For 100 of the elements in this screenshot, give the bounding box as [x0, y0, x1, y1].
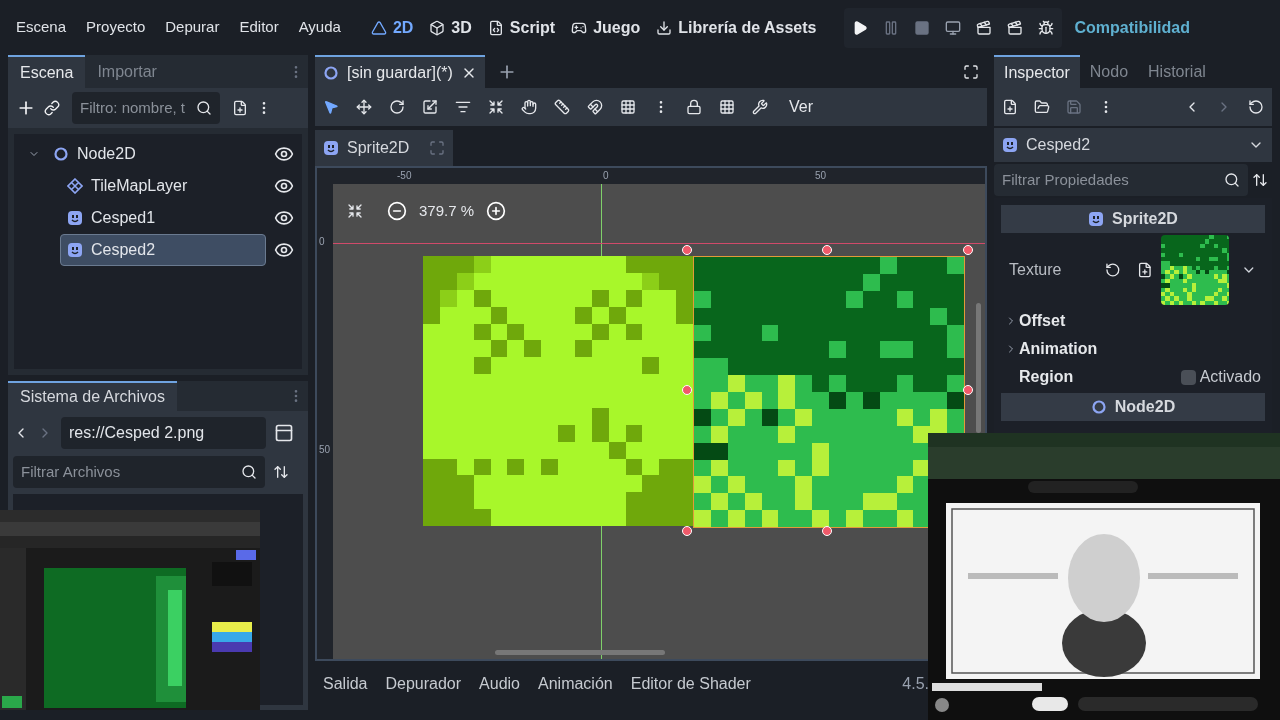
resize-handle[interactable] — [682, 385, 692, 395]
ruler-label: 50 — [815, 169, 827, 183]
clapperboard-icon[interactable] — [1007, 19, 1024, 36]
wrench-icon[interactable] — [752, 99, 768, 115]
bottom-panel-tab[interactable]: Salida — [323, 672, 368, 696]
property-filter-input[interactable]: Filtrar Propiedades — [1002, 168, 1224, 192]
dock-tab[interactable]: Historial — [1138, 55, 1216, 88]
sort-icon[interactable] — [1252, 172, 1268, 188]
search-icon — [196, 100, 212, 116]
stop-icon[interactable] — [914, 19, 931, 36]
bug-icon[interactable] — [1038, 19, 1055, 36]
lock-icon[interactable] — [686, 99, 702, 115]
resize-handle[interactable] — [963, 245, 973, 255]
property-label: Texture — [1009, 260, 1063, 280]
visibility-eye-icon[interactable] — [274, 240, 294, 260]
group-icon[interactable] — [719, 99, 735, 115]
texture-preview[interactable] — [1160, 235, 1230, 305]
rotate-tool-icon[interactable] — [389, 99, 405, 115]
snap-icon[interactable] — [587, 99, 603, 115]
menu-item[interactable]: Ayuda — [298, 16, 341, 39]
save-icon[interactable] — [1066, 99, 1082, 115]
breadcrumb-tab[interactable]: Sprite2D — [315, 130, 454, 166]
search-icon — [1224, 172, 1240, 188]
tree-item[interactable]: Node2D — [46, 138, 266, 170]
ruler-tool-icon[interactable] — [554, 99, 570, 115]
horizontal-scrollbar[interactable] — [495, 650, 665, 655]
link-icon[interactable] — [44, 100, 60, 116]
dock-tab[interactable]: Importar — [85, 55, 169, 88]
view-menu[interactable]: Ver — [785, 95, 817, 119]
history-icon[interactable] — [1248, 99, 1264, 115]
workspace-tab[interactable]: 2D — [370, 15, 414, 40]
bottom-panel-tab[interactable]: Depurador — [385, 672, 462, 696]
workspace-tab[interactable]: Librería de Assets — [656, 15, 817, 40]
vertical-scrollbar[interactable] — [976, 303, 981, 433]
bottom-panel-tab[interactable]: Editor de Shader — [630, 672, 751, 696]
tree-item[interactable]: TileMapLayer — [60, 170, 266, 202]
resize-handle[interactable] — [822, 245, 832, 255]
script-add-icon[interactable] — [232, 100, 248, 116]
visibility-eye-icon[interactable] — [274, 208, 294, 228]
monitor-icon[interactable] — [945, 19, 962, 36]
tree-item[interactable]: Cesped1 — [60, 202, 266, 234]
sprite-icon — [67, 210, 83, 226]
zoom-in-icon[interactable] — [486, 201, 507, 222]
scale-tool-icon[interactable] — [422, 99, 438, 115]
property-label[interactable]: Offset — [1019, 309, 1066, 333]
property-filter-field[interactable]: Filtrar Propiedades — [994, 164, 1248, 196]
resize-handle[interactable] — [682, 245, 692, 255]
section-header: Sprite2D — [1001, 205, 1265, 233]
panel-icon[interactable] — [274, 423, 294, 443]
dock-tab[interactable]: Sistema de Archivos — [8, 381, 177, 411]
bottom-panel-tab[interactable]: Animación — [538, 672, 613, 696]
center-view-icon[interactable] — [347, 203, 363, 220]
open-folder-icon[interactable] — [1034, 99, 1050, 115]
pan-tool-icon[interactable] — [521, 99, 537, 115]
texture-file-icon[interactable] — [1136, 262, 1153, 278]
visibility-eye-icon[interactable] — [274, 176, 294, 196]
zoom-level[interactable]: 379.7 % — [419, 200, 475, 223]
grid-icon[interactable] — [620, 99, 636, 115]
ruler-label: -50 — [397, 169, 412, 183]
region-checkbox[interactable] — [1180, 369, 1196, 385]
menu-item[interactable]: Escena — [16, 16, 67, 39]
move-tool-icon[interactable] — [356, 99, 372, 115]
sort-icon[interactable] — [273, 464, 289, 480]
file-filter-input[interactable]: Filtrar Archivos — [21, 460, 241, 484]
menu-item[interactable]: Depurar — [165, 16, 220, 39]
file-filter-field[interactable]: Filtrar Archivos — [13, 456, 265, 488]
zoom-out-icon[interactable] — [387, 201, 407, 222]
path-field[interactable]: res://Cesped 2.png — [61, 417, 266, 449]
play-icon[interactable] — [852, 19, 869, 36]
list-tool-icon[interactable] — [455, 99, 471, 115]
workspace-tab[interactable]: Script — [487, 15, 556, 40]
resize-handle[interactable] — [963, 385, 973, 395]
new-resource-icon[interactable] — [1002, 99, 1018, 115]
scene-tab[interactable]: [sin guardar](*) — [315, 55, 485, 88]
bottom-panel-tab[interactable]: Audio — [479, 672, 520, 696]
dock-tab[interactable]: Inspector — [994, 55, 1080, 88]
select-tool-icon[interactable] — [323, 99, 339, 115]
object-selector[interactable]: Cesped2 — [994, 128, 1272, 162]
menu-item[interactable]: Editor — [239, 16, 279, 39]
sprite-icon — [1002, 137, 1018, 153]
download-icon — [656, 19, 673, 36]
viewport[interactable]: -50 0 50 0 50 379.7 % — [315, 166, 987, 661]
resize-handle[interactable] — [682, 526, 692, 536]
dock-tab[interactable]: Nodo — [1079, 55, 1139, 88]
visibility-eye-icon[interactable] — [274, 144, 294, 164]
reset-icon[interactable] — [1105, 262, 1121, 278]
ruler-label: 0 — [603, 169, 609, 183]
fullscreen-icon[interactable] — [963, 63, 979, 80]
workspace-tab[interactable]: Juego — [571, 15, 641, 40]
clapperboard-icon[interactable] — [976, 19, 993, 36]
tree-item[interactable]: Cesped2 — [60, 234, 266, 266]
renderer-label[interactable]: Compatibilidad — [1074, 15, 1190, 40]
menu-item[interactable]: Proyecto — [86, 16, 146, 39]
resize-handle[interactable] — [822, 526, 832, 536]
filter-field[interactable]: Filtro: nombre, t — [72, 92, 220, 124]
ruler-label: 50 — [319, 443, 331, 457]
property-label[interactable]: Animation — [1019, 337, 1098, 361]
workspace-tab[interactable]: 3D — [429, 15, 472, 40]
dock-tab[interactable]: Escena — [8, 55, 86, 88]
selected-sprite[interactable] — [693, 256, 965, 528]
